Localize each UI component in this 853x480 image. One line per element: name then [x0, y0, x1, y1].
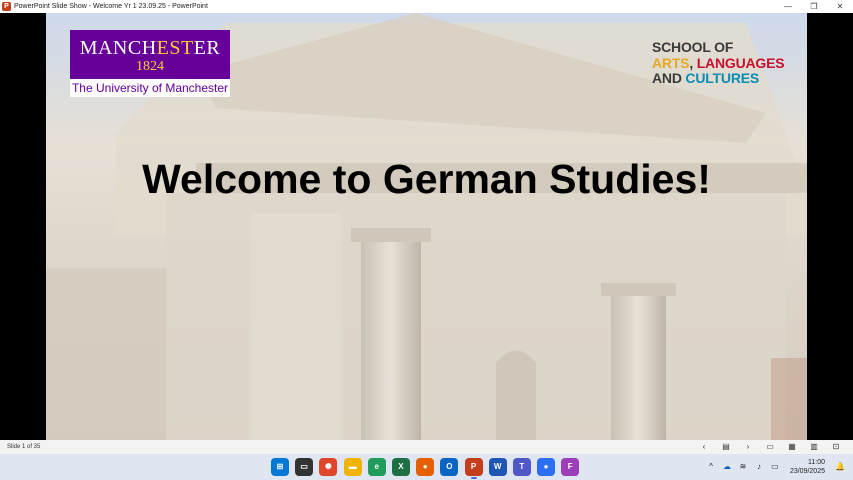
taskbar: ⊞ ▭ ✺ ▬ e X ● O P W T ● F ^ ☁ ≋ ♪ ▭ 11:00 23/09/2025… [0, 454, 853, 480]
slide[interactable]: MANCHESTER 1824 The University of Manche… [46, 13, 807, 440]
taskbar-file-explorer-icon[interactable]: ▬ [343, 458, 362, 476]
taskbar-task-view-icon[interactable]: ▭ [295, 458, 314, 476]
powerpoint-icon: P [2, 2, 11, 11]
salc-arts: ARTS [652, 54, 690, 71]
volume-icon[interactable]: ♪ [752, 460, 766, 474]
slideshow-statusbar: Slide 1 of 35 ‹ ▤ › ▭ ▦ ▥ ⊡ [0, 440, 853, 454]
taskbar-edge-icon[interactable]: e [367, 458, 386, 476]
onedrive-icon[interactable]: ☁ [720, 460, 734, 474]
uom-logo-text-accent: EST [156, 37, 194, 59]
taskbar-start-icon[interactable]: ⊞ [271, 458, 289, 476]
uom-logo-year: 1824 [136, 59, 164, 74]
taskbar-firefox-icon[interactable]: ● [416, 458, 435, 476]
taskbar-word-icon[interactable]: W [488, 458, 507, 476]
uom-logo-text: MANCH [79, 37, 157, 59]
notification-bell-icon[interactable]: 🔔 [833, 460, 847, 474]
chevron-up-icon[interactable]: ^ [704, 460, 718, 474]
uom-logo-block: MANCHESTER 1824 [70, 30, 230, 79]
uom-logo-text-end: ER [193, 37, 221, 59]
taskbar-teams-icon[interactable]: T [512, 458, 531, 476]
system-tray: ^ ☁ ≋ ♪ ▭ 11:00 23/09/2025 🔔 [704, 454, 853, 480]
next-icon[interactable]: › [737, 440, 759, 454]
slide-menu-icon[interactable]: ▤ [715, 440, 737, 454]
uom-logo-subtitle: The University of Manchester [70, 79, 230, 97]
clock-time: 11:00 [808, 459, 825, 466]
taskbar-app-purple-icon[interactable]: F [561, 458, 580, 476]
wifi-icon[interactable]: ≋ [736, 460, 750, 474]
taskbar-apps: ⊞ ▭ ✺ ▬ e X ● O P W T ● F [271, 458, 585, 479]
slideshow-controls: ‹ ▤ › ▭ ▦ ▥ ⊡ [693, 440, 847, 454]
taskbar-settings-icon[interactable]: ✺ [319, 458, 338, 476]
salc-comma: , [689, 54, 697, 71]
salc-line-3: AND CULTURES [652, 70, 784, 87]
previous-icon[interactable]: ‹ [693, 440, 715, 454]
slideshow-icon[interactable]: ⊡ [825, 440, 847, 454]
restore-icon[interactable]: ❐ [801, 0, 827, 13]
minimize-icon[interactable]: — [775, 0, 801, 13]
close-icon[interactable]: ✕ [827, 0, 853, 13]
taskbar-zoom-icon[interactable]: ● [537, 458, 556, 476]
slide-title: Welcome to German Studies! [142, 156, 711, 202]
salc-line-1: SCHOOL OF [652, 39, 734, 55]
salc-and: AND [652, 70, 686, 86]
salc-languages: LANGUAGES [696, 54, 785, 71]
salc-line-2: ARTS, LANGUAGES [652, 54, 785, 72]
slide-sorter-icon[interactable]: ▦ [781, 440, 803, 454]
window-controls: — ❐ ✕ [775, 0, 853, 13]
clock-date: 23/09/2025 [789, 468, 825, 475]
salc-logo: SCHOOL OF ARTS, LANGUAGES AND CULTURES [652, 39, 785, 87]
window-title: PowerPoint Slide Show - Welcome Yr 1 23.… [14, 3, 208, 10]
salc-cultures: CULTURES [685, 70, 760, 86]
slideshow-area[interactable]: MANCHESTER 1824 The University of Manche… [0, 13, 853, 440]
normal-view-icon[interactable]: ▭ [759, 440, 781, 454]
reading-view-icon[interactable]: ▥ [803, 440, 825, 454]
university-of-manchester-logo: MANCHESTER 1824 The University of Manche… [70, 30, 230, 97]
taskbar-powerpoint-icon[interactable]: P [464, 458, 483, 479]
taskbar-excel-icon[interactable]: X [391, 458, 410, 476]
slide-counter: Slide 1 of 35 [7, 444, 41, 450]
battery-icon[interactable]: ▭ [768, 460, 782, 474]
taskbar-outlook-icon[interactable]: O [440, 458, 459, 476]
window-titlebar: P PowerPoint Slide Show - Welcome Yr 1 2… [0, 0, 853, 13]
clock[interactable]: 11:00 23/09/2025 [790, 458, 825, 476]
